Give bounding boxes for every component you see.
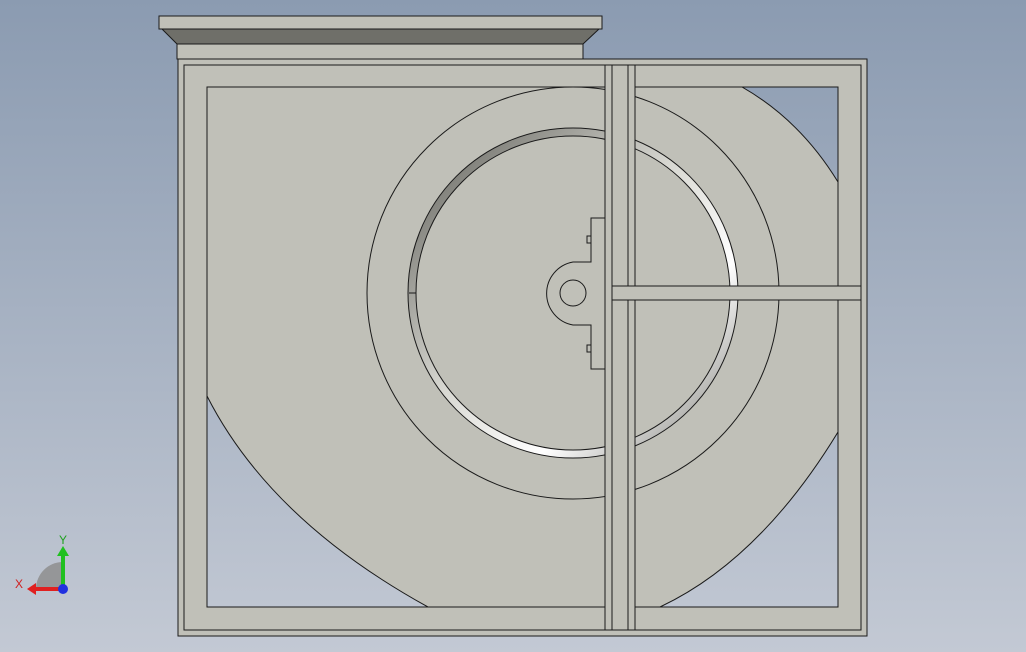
triad-plane [36, 562, 63, 589]
y-axis-label: Y [59, 533, 67, 547]
z-axis-dot [58, 584, 68, 594]
x-axis-label: X [15, 577, 23, 591]
y-axis-arrowhead [57, 546, 69, 556]
x-axis-arrowhead [27, 583, 36, 595]
orientation-triad[interactable]: Y X [0, 0, 1026, 652]
graphics-viewport[interactable]: Y X [0, 0, 1026, 652]
